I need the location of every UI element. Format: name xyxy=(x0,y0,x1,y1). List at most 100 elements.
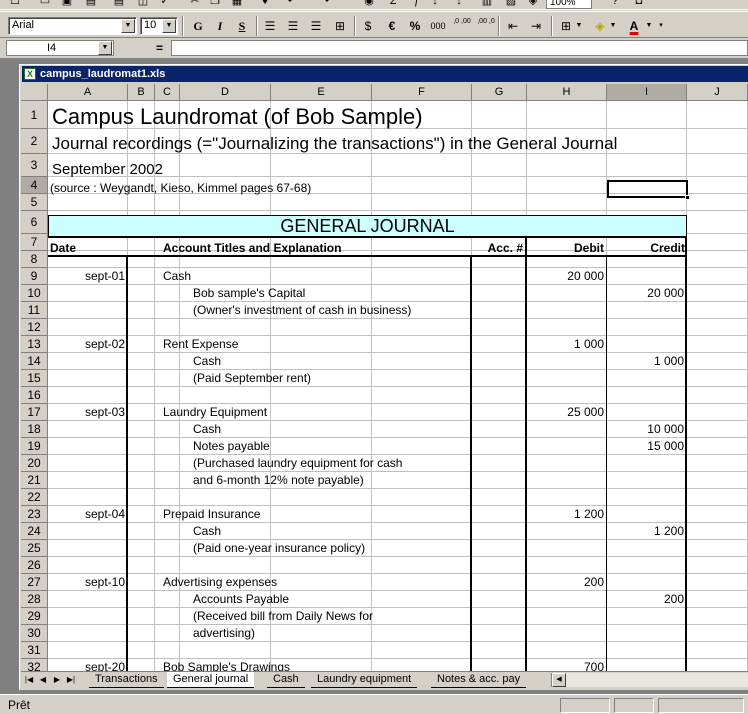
chevron-down-icon[interactable]: ▼ xyxy=(608,17,618,35)
formula-input[interactable] xyxy=(171,40,748,56)
row-header-4[interactable]: 4 xyxy=(21,177,48,194)
column-header-f[interactable]: F xyxy=(372,84,472,101)
row-header-5[interactable]: 5 xyxy=(21,194,48,211)
journal-credit[interactable]: 200 xyxy=(607,592,684,606)
journal-account[interactable]: Laundry Equipment xyxy=(163,405,267,419)
sheet-period[interactable]: September 2002 xyxy=(52,161,163,178)
row-header-28[interactable]: 28 xyxy=(21,591,48,608)
tab-transactions[interactable]: Transactions xyxy=(89,672,164,688)
font-size-combo[interactable]: 10 ▼ xyxy=(140,17,178,35)
journal-date[interactable]: sept-20 xyxy=(48,660,125,671)
row-header-26[interactable]: 26 xyxy=(21,557,48,574)
header-date[interactable]: Date xyxy=(50,241,76,255)
header-debit[interactable]: Debit xyxy=(531,241,604,255)
horizontal-scrollbar[interactable]: ◀ xyxy=(551,673,748,687)
journal-account[interactable]: advertising) xyxy=(193,626,255,640)
row-header-31[interactable]: 31 xyxy=(21,642,48,659)
autosum-icon[interactable]: Σ xyxy=(386,0,400,7)
column-header-e[interactable]: E xyxy=(271,84,372,101)
journal-debit[interactable]: 700 xyxy=(527,660,604,671)
name-box[interactable]: I4 ▼ xyxy=(6,40,114,56)
tab-general-journal[interactable]: General journal xyxy=(167,672,255,688)
row-header-15[interactable]: 15 xyxy=(21,370,48,387)
column-header-i[interactable]: I xyxy=(607,84,687,101)
next-sheet-icon[interactable]: ▶ xyxy=(51,673,63,687)
column-header-c[interactable]: C xyxy=(155,84,180,101)
journal-account[interactable]: Cash xyxy=(193,422,221,436)
column-header-g[interactable]: G xyxy=(472,84,527,101)
general-journal-banner[interactable]: GENERAL JOURNAL xyxy=(48,215,687,238)
print-preview-icon[interactable]: ▤ xyxy=(112,0,126,7)
row-header-6[interactable]: 6 xyxy=(21,211,48,234)
journal-account[interactable]: (Paid September rent) xyxy=(193,371,311,385)
drawing-icon[interactable]: ◈ xyxy=(526,0,540,7)
journal-debit[interactable]: 200 xyxy=(527,575,604,589)
column-header-h[interactable]: H xyxy=(527,84,607,101)
row-header-9[interactable]: 9 xyxy=(21,268,48,285)
chevron-down-icon[interactable]: ▼ xyxy=(121,19,135,33)
redo-icon[interactable]: ↷ xyxy=(318,0,332,7)
paste-icon[interactable]: ▦ xyxy=(230,0,244,7)
row-header-16[interactable]: 16 xyxy=(21,387,48,404)
percent-button[interactable]: % xyxy=(405,17,425,35)
hyperlink-icon[interactable]: ◉ xyxy=(362,0,376,7)
sheet-source[interactable]: (source : Weygandt, Kieso, Kimmel pages … xyxy=(50,181,311,195)
column-header-b[interactable]: B xyxy=(128,84,155,101)
journal-debit[interactable]: 1 200 xyxy=(527,507,604,521)
row-header-7[interactable]: 7 xyxy=(21,234,48,251)
header-account[interactable]: Account Titles and Explanation xyxy=(163,241,341,255)
journal-debit[interactable]: 20 000 xyxy=(527,269,604,283)
borders-icon[interactable]: ⊞ xyxy=(556,17,576,35)
row-header-19[interactable]: 19 xyxy=(21,438,48,455)
row-header-25[interactable]: 25 xyxy=(21,540,48,557)
row-header-12[interactable]: 12 xyxy=(21,319,48,336)
zoom-combo[interactable]: 100% xyxy=(546,0,592,9)
euro-button[interactable]: € xyxy=(382,17,402,35)
column-header-d[interactable]: D xyxy=(180,84,271,101)
journal-account[interactable]: Advertising expenses xyxy=(163,575,277,589)
align-right-icon[interactable]: ☰ xyxy=(306,17,326,35)
row-header-22[interactable]: 22 xyxy=(21,489,48,506)
decrease-decimals-button[interactable]: ,00 ,0 xyxy=(476,17,496,35)
workbook-title-bar[interactable]: X campus_laudromat1.xls xyxy=(22,66,748,82)
journal-credit[interactable]: 1 200 xyxy=(607,524,684,538)
row-header-27[interactable]: 27 xyxy=(21,574,48,591)
journal-account[interactable]: and 6-month 12% note payable) xyxy=(193,473,364,487)
row-header-18[interactable]: 18 xyxy=(21,421,48,438)
journal-date[interactable]: sept-02 xyxy=(48,337,125,351)
row-header-2[interactable]: 2 xyxy=(21,129,48,154)
header-acc-no[interactable]: Acc. # xyxy=(473,241,523,255)
increase-indent-icon[interactable]: ⇥ xyxy=(526,17,546,35)
journal-date[interactable]: sept-10 xyxy=(48,575,125,589)
journal-date[interactable]: sept-04 xyxy=(48,507,125,521)
journal-account[interactable]: Rent Expense xyxy=(163,337,238,351)
function-icon[interactable]: ƒ xyxy=(410,0,424,7)
journal-date[interactable]: sept-03 xyxy=(48,405,125,419)
row-header-17[interactable]: 17 xyxy=(21,404,48,421)
sheet-subtitle[interactable]: Journal recordings (="Journalizing the t… xyxy=(52,134,617,154)
sheet-title[interactable]: Campus Laundromat (of Bob Sample) xyxy=(52,104,423,130)
journal-account[interactable]: (Owner's investment of cash in business) xyxy=(193,303,411,317)
fill-handle[interactable] xyxy=(685,195,690,200)
fill-color-icon[interactable]: ◈ xyxy=(590,17,610,35)
journal-account[interactable]: (Purchased laundry equipment for cash xyxy=(193,456,402,470)
spell-check-icon[interactable]: ✓ xyxy=(158,0,172,7)
italic-button[interactable]: I xyxy=(210,17,230,35)
row-header-13[interactable]: 13 xyxy=(21,336,48,353)
tab-cash[interactable]: Cash xyxy=(267,672,305,688)
row-header-14[interactable]: 14 xyxy=(21,353,48,370)
thousands-button[interactable]: 000 xyxy=(428,17,448,35)
row-header-24[interactable]: 24 xyxy=(21,523,48,540)
column-header-j[interactable]: J xyxy=(687,84,748,101)
map-icon[interactable]: ▨ xyxy=(504,0,518,7)
bold-button[interactable]: G xyxy=(188,17,208,35)
align-center-icon[interactable]: ☰ xyxy=(283,17,303,35)
journal-debit[interactable]: 25 000 xyxy=(527,405,604,419)
underline-button[interactable]: S xyxy=(232,17,252,35)
decrease-indent-icon[interactable]: ⇤ xyxy=(503,17,523,35)
journal-account[interactable]: (Paid one-year insurance policy) xyxy=(193,541,365,555)
journal-account[interactable]: Cash xyxy=(193,524,221,538)
row-header-20[interactable]: 20 xyxy=(21,455,48,472)
chevron-down-icon[interactable]: ▼ xyxy=(98,41,112,55)
scroll-left-icon[interactable]: ◀ xyxy=(552,673,566,687)
